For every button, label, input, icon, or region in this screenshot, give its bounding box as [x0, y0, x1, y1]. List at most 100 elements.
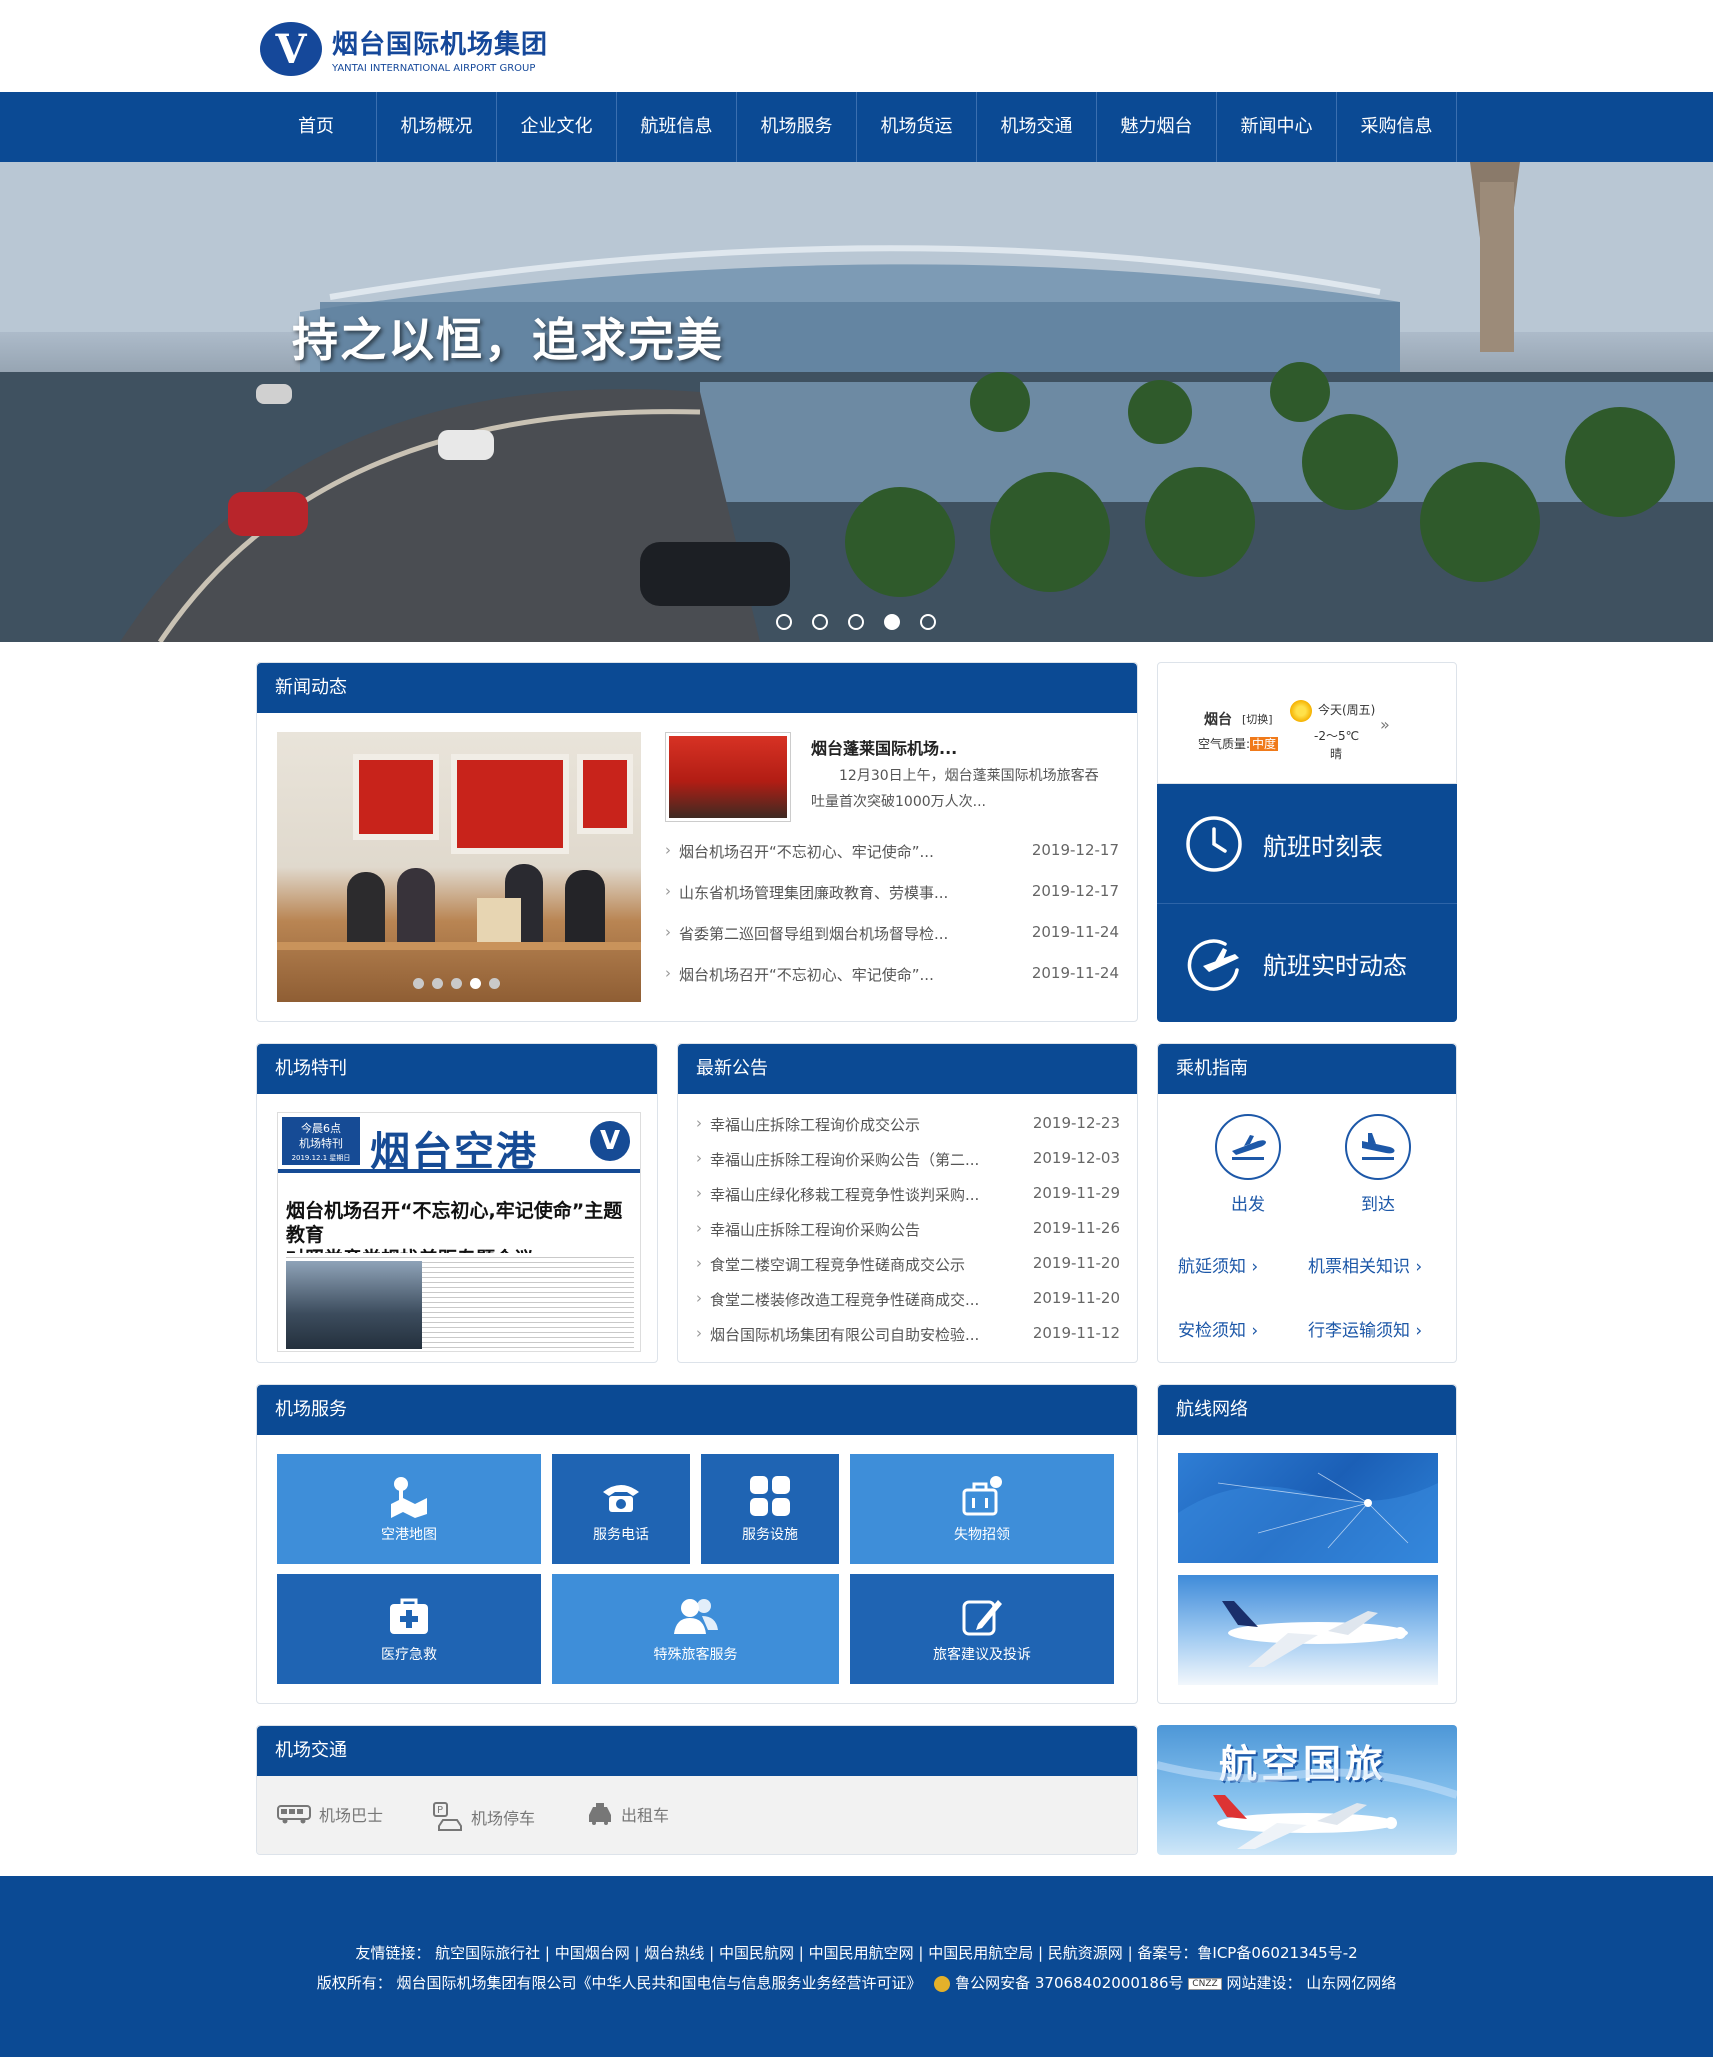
nav-item-flights[interactable]: 航班信息 [616, 92, 736, 162]
news-image-dot[interactable] [451, 978, 462, 989]
news-date: 2019-12-17 [1031, 841, 1119, 859]
nav-item-transport[interactable]: 机场交通 [976, 92, 1096, 162]
logo-mark-icon: V [260, 22, 322, 76]
banner-dot[interactable] [812, 614, 828, 630]
site-logo[interactable]: V 烟台国际机场集团 YANTAI INTERNATIONAL AIRPORT … [260, 22, 548, 76]
banner-dot[interactable] [776, 614, 792, 630]
news-title[interactable]: 烟台机场召开“不忘初心、牢记使命”... [679, 964, 934, 1005]
weather-more-icon[interactable]: » [1380, 715, 1390, 734]
notice-title[interactable]: 幸福山庄拆除工程询价采购公告（第二... [710, 1149, 979, 1184]
service-tile-feedback[interactable]: 旅客建议及投诉 [850, 1574, 1114, 1684]
notice-title[interactable]: 幸福山庄绿化移栽工程竞争性谈判采购... [710, 1184, 979, 1219]
banner-dot[interactable] [920, 614, 936, 630]
list-item[interactable]: 烟台机场召开“不忘初心、牢记使命”... 2019-11-24 [665, 964, 1119, 1005]
edit-icon [962, 1600, 1002, 1636]
notice-date: 2019-11-29 [1032, 1184, 1120, 1202]
service-tile-special[interactable]: 特殊旅客服务 [552, 1574, 839, 1684]
list-item[interactable]: 幸福山庄拆除工程询价采购公告（第二... 2019-12-03 [696, 1149, 1120, 1184]
featured-news-thumbnail[interactable] [665, 732, 791, 822]
footer-link[interactable]: 航空国际旅行社 [435, 1944, 540, 1962]
flight-schedule-label: 航班时刻表 [1263, 832, 1383, 861]
guide-link-delay[interactable]: 航延须知 › [1178, 1252, 1258, 1277]
notice-title[interactable]: 烟台国际机场集团有限公司自助安检验... [710, 1324, 979, 1359]
arrival-button[interactable]: 到达 [1338, 1114, 1418, 1215]
news-date: 2019-12-17 [1031, 882, 1119, 900]
footer-police[interactable]: 鲁公网安备 37068402000186号 [955, 1974, 1183, 1992]
list-item[interactable]: 幸福山庄绿化移栽工程竞争性谈判采购... 2019-11-29 [696, 1184, 1120, 1219]
footer-links-label: 友情链接： [355, 1944, 431, 1962]
weather-condition: 晴 [1330, 747, 1343, 761]
airplane-image[interactable] [1178, 1575, 1438, 1685]
nav-item-home[interactable]: 首页 [256, 92, 376, 162]
footer-link[interactable]: 中国民航网 [719, 1944, 794, 1962]
footer-link[interactable]: 中国民用航空局 [928, 1944, 1033, 1962]
taxi-icon [589, 1803, 611, 1825]
footer-builder[interactable]: 网站建设： 山东网亿网络 [1226, 1974, 1396, 1992]
transport-parking[interactable]: P 机场停车 [433, 1802, 535, 1832]
footer-link[interactable]: 民航资源网 [1048, 1944, 1123, 1962]
list-item[interactable]: 烟台机场召开“不忘初心、牢记使命”... 2019-12-17 [665, 841, 1119, 882]
footer-link[interactable]: 烟台热线 [644, 1944, 704, 1962]
featured-news-title[interactable]: 烟台蓬莱国际机场... [811, 735, 957, 759]
service-tile-medical[interactable]: 医疗急救 [277, 1574, 541, 1684]
cnzz-icon[interactable]: CNZZ [1188, 1977, 1222, 1990]
nav-item-overview[interactable]: 机场概况 [376, 92, 496, 162]
weather-temp: -2～5℃ [1314, 729, 1360, 743]
nav-item-services[interactable]: 机场服务 [736, 92, 856, 162]
flight-dynamic-button[interactable]: 航班实时动态 [1157, 904, 1457, 1022]
air-quality-label: 空气质量: [1198, 737, 1251, 751]
nav-item-news[interactable]: 新闻中心 [1216, 92, 1336, 162]
notice-title[interactable]: 食堂二楼装修改造工程竞争性磋商成交... [710, 1289, 979, 1324]
notice-title[interactable]: 幸福山庄拆除工程询价成交公示 [710, 1114, 920, 1149]
transport-taxi[interactable]: 出租车 [587, 1802, 669, 1826]
news-slideshow-image[interactable] [277, 732, 641, 1002]
notice-date: 2019-11-20 [1032, 1289, 1120, 1307]
notice-title[interactable]: 幸福山庄拆除工程询价采购公告 [710, 1219, 920, 1254]
list-item[interactable]: 幸福山庄拆除工程询价采购公告 2019-11-26 [696, 1219, 1120, 1254]
service-tile-map[interactable]: 空港地图 [277, 1454, 541, 1564]
nav-item-yantai[interactable]: 魅力烟台 [1096, 92, 1216, 162]
list-item[interactable]: 省委第二巡回督导组到烟台机场督导检... 2019-11-24 [665, 923, 1119, 964]
footer-icp[interactable]: 备案号：鲁ICP备06021345号-2 [1137, 1944, 1357, 1962]
news-title[interactable]: 烟台机场召开“不忘初心、牢记使命”... [679, 841, 934, 882]
magazine-panel: 机场特刊 今晨6点 机场特刊 2019.12.1 星期日 烟台空港 V 烟台机场… [256, 1043, 658, 1363]
magazine-badge-date: 2019.12.1 星期日 [291, 1154, 351, 1162]
guide-link-ticket[interactable]: 机票相关知识 › [1308, 1252, 1422, 1277]
list-item[interactable]: 幸福山庄拆除工程询价成交公示 2019-12-23 [696, 1114, 1120, 1149]
nav-item-culture[interactable]: 企业文化 [496, 92, 616, 162]
nav-item-procurement[interactable]: 采购信息 [1336, 92, 1456, 162]
banner-dot[interactable] [848, 614, 864, 630]
list-item[interactable]: 食堂二楼空调工程竞争性磋商成交公示 2019-11-20 [696, 1254, 1120, 1289]
magazine-cover[interactable]: 今晨6点 机场特刊 2019.12.1 星期日 烟台空港 V 烟台机场召开“不忘… [277, 1112, 641, 1352]
flight-schedule-button[interactable]: 航班时刻表 [1157, 784, 1457, 904]
list-item[interactable]: 山东省机场管理集团廉政教育、劳模事... 2019-12-17 [665, 882, 1119, 923]
travel-agency-banner[interactable]: 航空国旅 [1157, 1725, 1457, 1855]
service-tile-label: 空港地图 [381, 1527, 437, 1543]
weather-switch-link[interactable]: [切换] [1242, 711, 1273, 727]
guide-link-baggage[interactable]: 行李运输须知 › [1308, 1316, 1422, 1341]
news-image-dot[interactable] [489, 978, 500, 989]
notice-title[interactable]: 食堂二楼空调工程竞争性磋商成交公示 [710, 1254, 965, 1289]
departure-button[interactable]: 出发 [1208, 1114, 1288, 1215]
logo-subtitle: YANTAI INTERNATIONAL AIRPORT GROUP [332, 63, 536, 74]
news-image-dot-active[interactable] [470, 978, 481, 989]
nav-item-cargo[interactable]: 机场货运 [856, 92, 976, 162]
footer-link[interactable]: 中国烟台网 [555, 1944, 630, 1962]
guide-link-security[interactable]: 安检须知 › [1178, 1316, 1258, 1341]
footer-link[interactable]: 中国民用航空网 [809, 1944, 914, 1962]
news-title[interactable]: 山东省机场管理集团廉政教育、劳模事... [679, 882, 948, 923]
hero-banner[interactable]: 持之以恒，追求完美 [0, 162, 1713, 642]
news-image-dot[interactable] [413, 978, 424, 989]
list-item[interactable]: 食堂二楼装修改造工程竞争性磋商成交... 2019-11-20 [696, 1289, 1120, 1324]
banner-dot-active[interactable] [884, 614, 900, 630]
service-tile-phone[interactable]: 服务电话 [552, 1454, 690, 1564]
news-image-dot[interactable] [432, 978, 443, 989]
service-tile-facilities[interactable]: 服务设施 [701, 1454, 839, 1564]
service-tile-lost-found[interactable]: 失物招领 [850, 1454, 1114, 1564]
list-item[interactable]: 烟台国际机场集团有限公司自助安检验... 2019-11-12 [696, 1324, 1120, 1359]
news-title[interactable]: 省委第二巡回督导组到烟台机场督导检... [679, 923, 948, 964]
route-map-image[interactable] [1178, 1453, 1438, 1563]
lost-luggage-icon [962, 1476, 1002, 1516]
news-heading: 新闻动态 [257, 663, 1137, 713]
transport-bus[interactable]: 机场巴士 [277, 1802, 383, 1826]
